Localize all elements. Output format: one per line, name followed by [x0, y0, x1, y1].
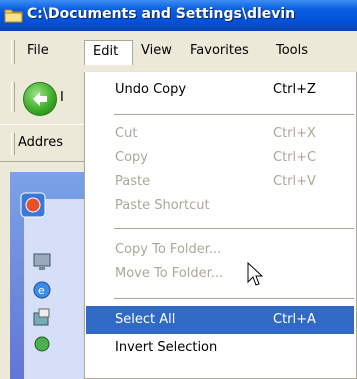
menu-file[interactable]: File: [27, 43, 49, 58]
menu-item-label: Move To Folder...: [115, 266, 224, 281]
menu-item-label: Invert Selection: [115, 340, 218, 355]
menu-item-shortcut: Ctrl+Z: [273, 82, 316, 97]
menu-item-shortcut: Ctrl+X: [273, 126, 316, 141]
title-bar: C:\Documents and Settings\dlevin: [0, 0, 357, 31]
globe-icon: [34, 336, 50, 352]
desktop-icon: [33, 253, 51, 270]
menu-item-label: Cut: [115, 126, 138, 141]
menu-separator: [114, 298, 354, 299]
edit-menu: Undo Copy Ctrl+Z Cut Ctrl+X Copy Ctrl+C …: [84, 72, 357, 379]
menu-edit[interactable]: Edit: [84, 40, 133, 65]
menu-item-label: Select All: [115, 312, 176, 327]
menu-item-label: Copy To Folder...: [115, 242, 222, 257]
menu-item-select-all[interactable]: Select All Ctrl+A: [86, 306, 354, 334]
address-label: Addres: [18, 135, 63, 150]
back-button[interactable]: [23, 82, 57, 116]
menu-view[interactable]: View: [141, 43, 172, 58]
menu-item-label: Paste: [115, 174, 151, 189]
menu-bar: File Edit View Favorites Tools: [0, 31, 357, 73]
menu-item-shortcut: Ctrl+A: [273, 312, 316, 327]
menu-separator: [114, 228, 354, 229]
menu-favorites[interactable]: Favorites: [190, 43, 249, 58]
menu-separator: [114, 114, 354, 115]
back-arrow-icon: [33, 92, 47, 106]
system-tasks-icon: [20, 192, 46, 218]
menu-item-invert-selection[interactable]: Invert Selection: [86, 334, 354, 362]
menu-item-shortcut: Ctrl+V: [273, 174, 316, 189]
menu-edit-label: Edit: [93, 44, 119, 59]
back-label: I: [60, 90, 64, 105]
menu-item-undo-copy[interactable]: Undo Copy Ctrl+Z: [86, 76, 354, 104]
arrow-cursor-icon: [247, 262, 263, 286]
window-title: C:\Documents and Settings\dlevin: [27, 6, 296, 22]
menu-item-move-to-folder[interactable]: Move To Folder...: [86, 260, 354, 288]
network-icon: [33, 308, 50, 326]
menu-item-paste-shortcut[interactable]: Paste Shortcut: [86, 192, 354, 220]
menu-item-shortcut: Ctrl+C: [273, 150, 317, 165]
toolbar-grip[interactable]: [11, 82, 15, 112]
folder-icon: [4, 9, 23, 23]
menu-tools[interactable]: Tools: [276, 43, 308, 58]
menubar-grip[interactable]: [11, 40, 15, 64]
menu-item-label: Undo Copy: [115, 82, 187, 97]
menu-item-label: Copy: [115, 150, 148, 165]
menu-item-label: Paste Shortcut: [115, 198, 210, 213]
addressbar-grip[interactable]: [11, 133, 15, 155]
svg-text:e: e: [38, 284, 45, 297]
ie-icon: e: [33, 281, 51, 299]
